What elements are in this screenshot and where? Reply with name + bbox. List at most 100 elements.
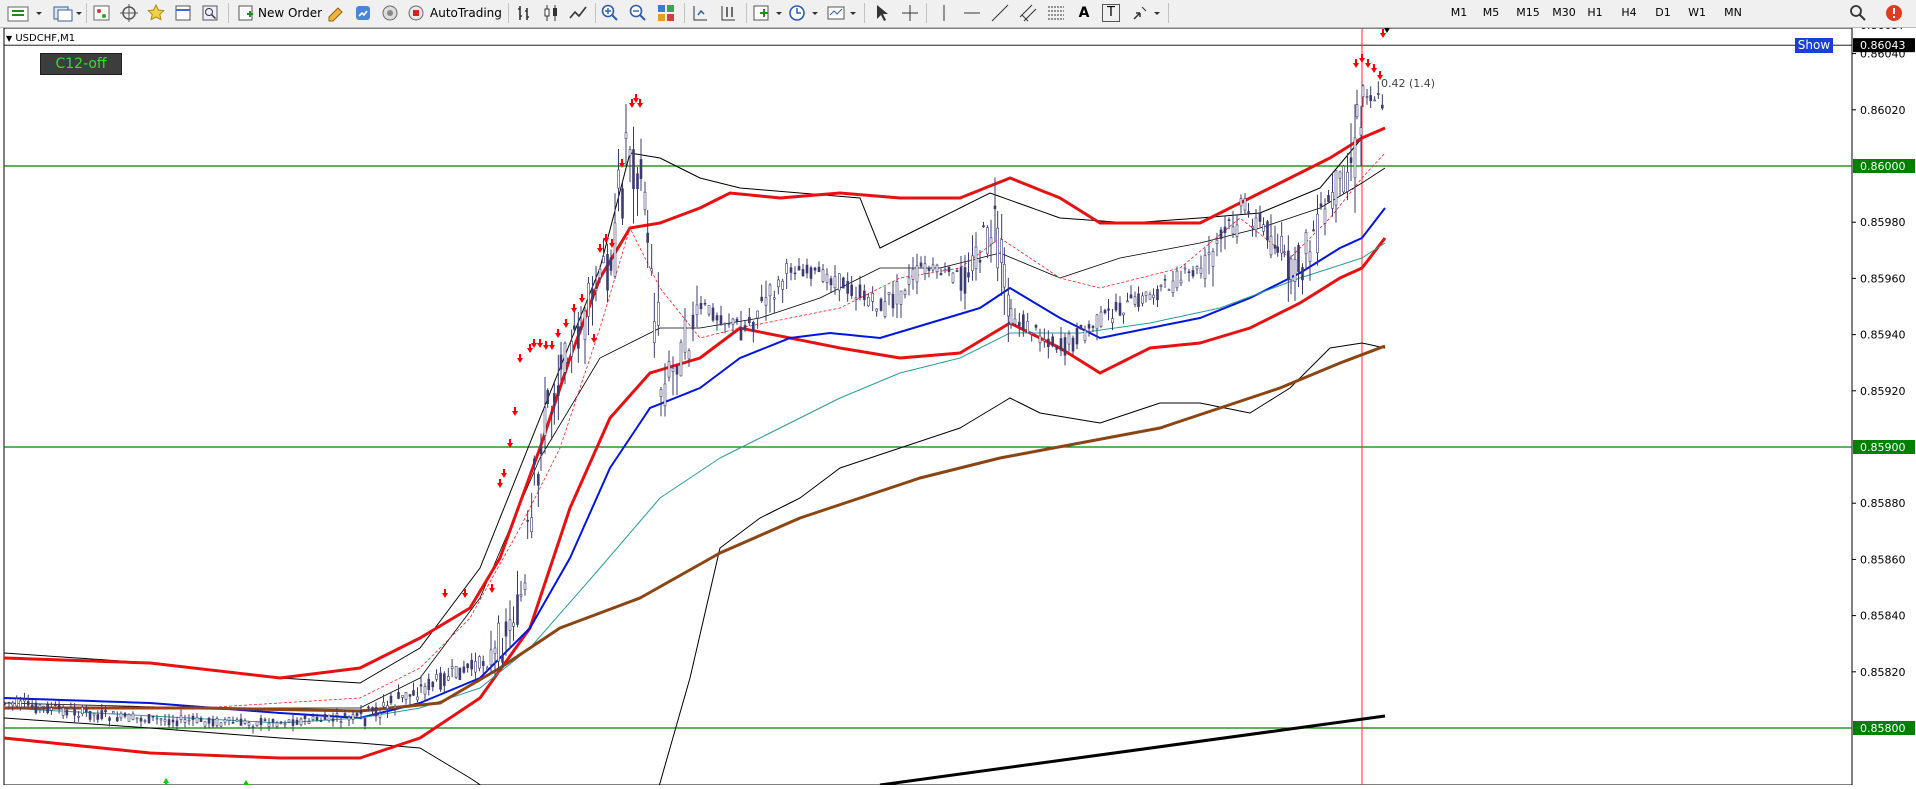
chart-menu-triangle-icon[interactable]: ▼ <box>6 34 12 43</box>
candle-body <box>416 696 419 701</box>
candle-body <box>752 322 755 332</box>
candle-info-label: 0.42 (1.4) <box>1381 77 1436 90</box>
candle-body <box>573 325 576 330</box>
channel-icon <box>1019 4 1037 22</box>
candle-body <box>777 279 780 288</box>
candle-body <box>1223 226 1227 234</box>
candlestick-button[interactable] <box>541 2 561 24</box>
candle-body <box>671 367 675 372</box>
horizontal-line-button[interactable] <box>962 2 982 24</box>
candle-body <box>602 256 605 264</box>
chart-frame <box>3 27 1853 786</box>
market-button[interactable] <box>380 2 400 24</box>
candle-body <box>34 702 38 714</box>
text-button[interactable]: A <box>1074 2 1094 24</box>
trendline-button[interactable] <box>990 2 1010 24</box>
line-chart-button[interactable] <box>568 2 588 24</box>
fibonacci-icon <box>1048 6 1064 20</box>
vertical-line-button[interactable] <box>934 2 954 24</box>
candle-body <box>1273 244 1277 249</box>
candle-body <box>42 705 45 708</box>
candle-body <box>389 695 393 704</box>
zoom-out-button[interactable] <box>628 2 648 24</box>
candle-body <box>1258 213 1262 222</box>
arrows-icon <box>1133 6 1160 20</box>
metaeditor-icon <box>328 7 343 22</box>
timeframe-w1[interactable]: W1 <box>1686 4 1708 22</box>
candle-body <box>367 706 370 709</box>
candle-body <box>781 280 784 290</box>
candle-body <box>793 272 797 275</box>
crosshair-button[interactable] <box>900 2 920 24</box>
indicators-button[interactable] <box>752 2 786 24</box>
new-chart-button[interactable] <box>6 2 42 24</box>
candle-body <box>768 284 772 297</box>
zoom-in-button[interactable] <box>600 2 620 24</box>
favorites-button[interactable] <box>146 2 166 24</box>
candle-body <box>1075 328 1079 345</box>
price-top-label: 0.86057 <box>1860 28 1906 32</box>
candle-body <box>1369 95 1372 101</box>
candle-body <box>773 297 776 300</box>
market-watch-button[interactable] <box>92 2 112 24</box>
autotrading-label: AutoTrading <box>430 6 502 20</box>
timeframe-m15[interactable]: M15 <box>1514 4 1542 22</box>
autoscroll-button[interactable] <box>718 2 738 24</box>
candle-body <box>179 715 183 720</box>
candle-body <box>1346 171 1349 192</box>
new-order-button[interactable]: New Order <box>236 2 322 24</box>
chart-window[interactable]: 0.86040 0.86020 0.85980 0.85960 0.85940 0.859… <box>0 0 1916 789</box>
search-button[interactable] <box>1848 2 1868 24</box>
candle-body <box>594 288 598 292</box>
crosshair-nav-button[interactable] <box>119 2 139 24</box>
text-label-button[interactable]: T <box>1102 2 1120 24</box>
indicators-icon <box>753 5 782 21</box>
candle-body <box>1038 335 1042 344</box>
price-tick-label: 0.85940 <box>1860 329 1906 342</box>
text-tool-label: A <box>1078 5 1090 21</box>
ea-status-badge[interactable]: C12-off <box>40 53 122 75</box>
candle-body <box>1007 294 1010 317</box>
timeframe-mn[interactable]: MN <box>1720 4 1746 22</box>
equidistant-channel-button[interactable] <box>1018 2 1038 24</box>
price-chart[interactable]: 0.860400.860200.859800.859600.859400.859… <box>0 0 1916 789</box>
fibonacci-button[interactable] <box>1046 2 1066 24</box>
timeframe-h4[interactable]: H4 <box>1618 4 1640 22</box>
candle-body <box>512 622 515 627</box>
candle-body <box>23 699 26 702</box>
candle-body <box>1280 235 1283 254</box>
candle-body <box>123 713 127 717</box>
candle-body <box>378 713 382 718</box>
chart-shift-button[interactable] <box>690 2 710 24</box>
candle-body <box>1287 250 1290 281</box>
cursor-button[interactable] <box>872 2 892 24</box>
trendline-drawn <box>879 714 1386 787</box>
timeframe-d1[interactable]: D1 <box>1652 4 1674 22</box>
tile-windows-button[interactable] <box>656 2 676 24</box>
candle-body <box>481 661 485 666</box>
timeframe-m5[interactable]: M5 <box>1480 4 1502 22</box>
profiles-button[interactable] <box>52 2 82 24</box>
timeframe-h1[interactable]: H1 <box>1584 4 1606 22</box>
candle-body <box>1331 192 1334 209</box>
candle-body <box>959 266 963 291</box>
timeframe-m30[interactable]: M30 <box>1550 4 1578 22</box>
candle-body <box>891 293 895 309</box>
signals-button[interactable] <box>353 2 373 24</box>
candle-body <box>967 272 970 278</box>
autotrading-button[interactable]: AutoTrading <box>406 2 502 24</box>
timeframe-m1[interactable]: M1 <box>1448 4 1470 22</box>
templates-button[interactable] <box>826 2 860 24</box>
arrows-button[interactable] <box>1130 2 1164 24</box>
periods-button[interactable] <box>788 2 822 24</box>
candle-body <box>643 191 647 211</box>
notifications-button[interactable] <box>1880 2 1910 24</box>
metaeditor-button[interactable] <box>326 2 346 24</box>
profiles-icon <box>53 6 82 22</box>
terminal-icon <box>175 5 191 21</box>
show-button[interactable]: Show <box>1795 38 1833 53</box>
terminal-button[interactable] <box>173 2 193 24</box>
tester-button[interactable] <box>200 2 220 24</box>
bar-chart-button[interactable] <box>514 2 534 24</box>
candle-body <box>171 719 175 723</box>
